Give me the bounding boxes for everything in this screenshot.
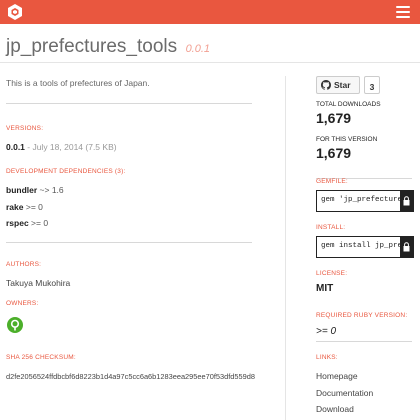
version-link[interactable]: 0.0.1 — [6, 142, 25, 152]
authors-heading: AUTHORS: — [6, 261, 42, 268]
lock-icon — [403, 242, 410, 252]
homepage-link[interactable]: Homepage — [316, 371, 358, 381]
rubygems-logo-icon[interactable] — [6, 3, 24, 21]
star-label: Star — [334, 80, 351, 90]
total-downloads-count: 1,679 — [316, 110, 352, 126]
version-meta: - July 18, 2014 (7.5 KB) — [24, 142, 117, 152]
hamburger-menu-icon[interactable] — [396, 6, 410, 18]
divider — [316, 341, 412, 342]
version-item: 0.0.1 - July 18, 2014 (7.5 KB) — [6, 142, 117, 152]
versions-heading: VERSIONS: — [6, 125, 44, 132]
lock-icon — [403, 196, 410, 206]
dependency-item: rake >= 0 — [6, 202, 43, 212]
divider — [6, 242, 252, 243]
dependency-link[interactable]: bundler — [6, 185, 37, 195]
owner-avatar[interactable] — [7, 317, 23, 338]
version-downloads-label: FOR THIS VERSION — [316, 136, 378, 143]
install-snippet[interactable]: gem install jp_prefectures_tools — [316, 236, 414, 258]
required-ruby-value: >= 0 — [316, 326, 337, 337]
dev-deps-heading: DEVELOPMENT DEPENDENCIES (3): — [6, 168, 126, 175]
github-star-button[interactable]: Star — [316, 76, 360, 94]
checksum-value: d2fe2056524ffdbcbf6d8223b1d4a97c5cc6a6b1… — [6, 372, 255, 381]
dependency-req: ~> 1.6 — [37, 185, 64, 195]
total-downloads-label: TOTAL DOWNLOADS — [316, 101, 381, 108]
dependency-req: >= 0 — [28, 218, 49, 228]
download-link[interactable]: Download — [316, 404, 354, 414]
gem-description: This is a tools of prefectures of Japan. — [6, 78, 150, 88]
license-heading: LICENSE: — [316, 270, 348, 277]
copy-install-button[interactable] — [400, 237, 413, 257]
gem-title: jp_prefectures_tools 0.0.1 — [6, 36, 210, 58]
dependency-item: rspec >= 0 — [6, 218, 48, 228]
gemfile-heading: GEMFILE: — [316, 178, 348, 185]
install-heading: INSTALL: — [316, 224, 346, 231]
author-name: Takuya Mukohira — [6, 278, 71, 288]
dependency-item: bundler ~> 1.6 — [6, 185, 64, 195]
documentation-link[interactable]: Documentation — [316, 388, 373, 398]
owners-heading: OWNERS: — [6, 300, 39, 307]
dependency-req: >= 0 — [23, 202, 43, 212]
gemfile-snippet[interactable]: gem 'jp_prefectures_tools', '~> 0.0.1' — [316, 190, 414, 212]
links-heading: LINKS: — [316, 354, 338, 361]
license-value: MIT — [316, 283, 334, 294]
gem-name: jp_prefectures_tools — [6, 36, 178, 57]
top-nav-bar — [0, 0, 420, 24]
copy-gemfile-button[interactable] — [400, 191, 413, 211]
required-ruby-heading: REQUIRED RUBY VERSION: — [316, 312, 408, 319]
version-downloads-count: 1,679 — [316, 145, 352, 161]
title-divider — [0, 62, 420, 63]
gem-version: 0.0.1 — [185, 43, 211, 55]
star-count[interactable]: 3 — [364, 76, 380, 94]
github-icon — [321, 80, 331, 90]
checksum-heading: SHA 256 CHECKSUM: — [6, 354, 76, 361]
dependency-link[interactable]: rspec — [6, 218, 29, 228]
dependency-link[interactable]: rake — [6, 202, 24, 212]
divider — [6, 103, 252, 104]
sidebar-divider — [285, 76, 286, 420]
